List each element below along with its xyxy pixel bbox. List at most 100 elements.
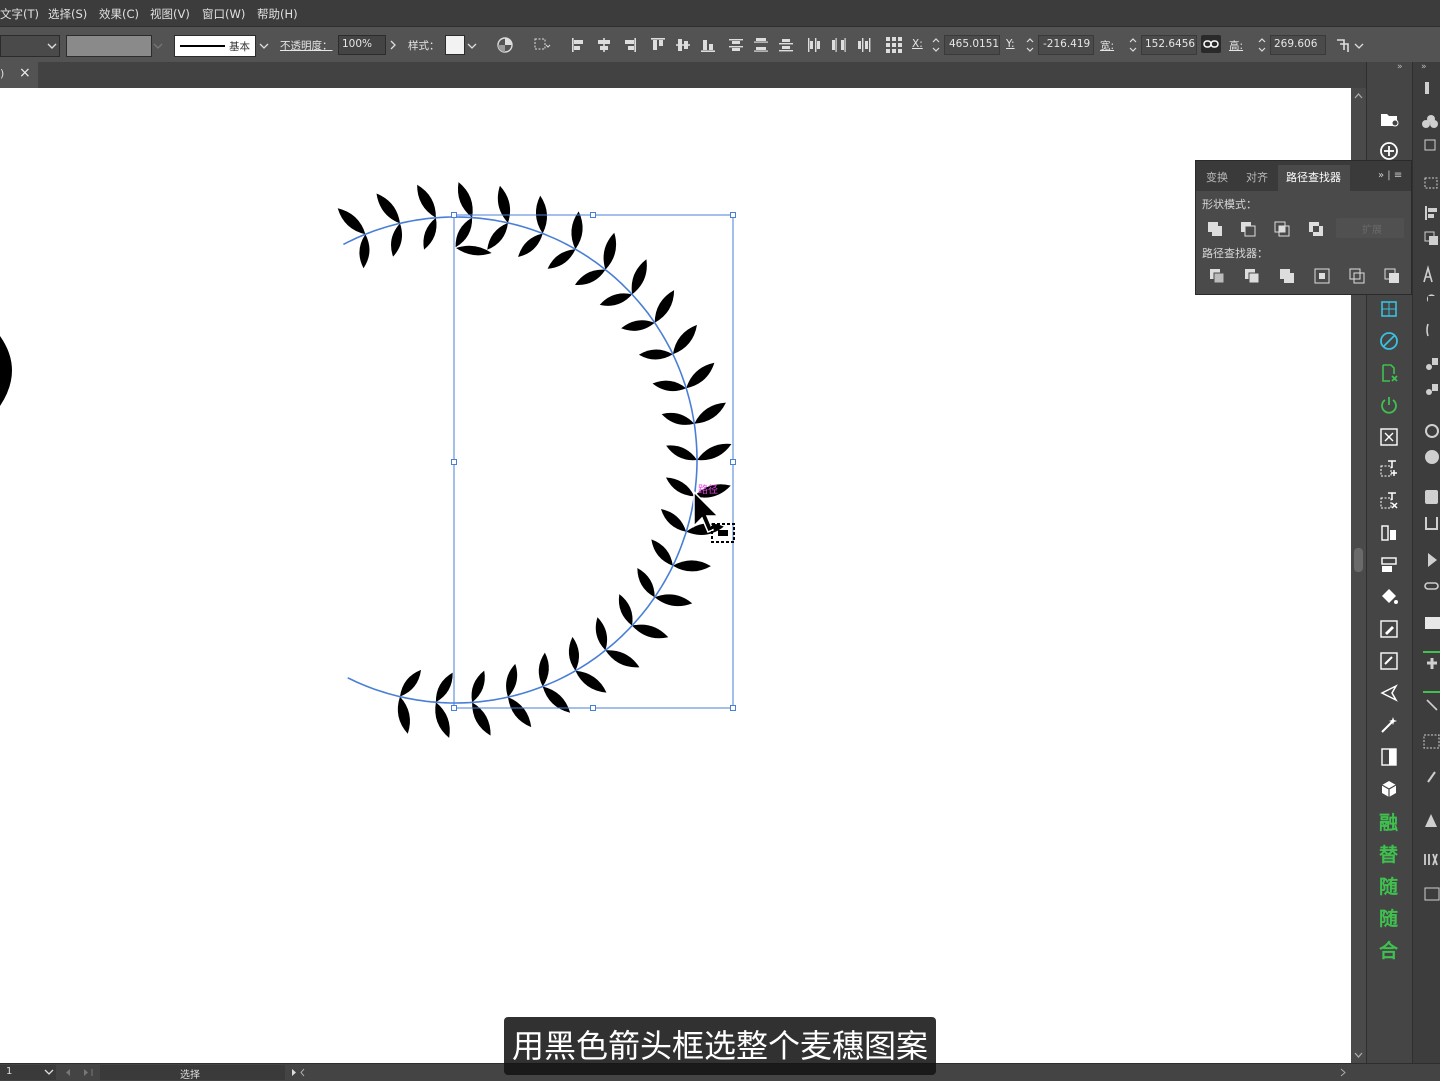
stroke-weight-field[interactable] [66,35,152,57]
menu-select[interactable]: 选择(S) [48,6,87,22]
remove-text-frame-icon[interactable] [1378,490,1400,512]
align-top-icon[interactable] [649,36,667,54]
minus-back-icon[interactable] [1383,267,1401,285]
outline-icon[interactable] [1348,267,1366,285]
stepper-icon[interactable] [931,36,941,57]
tab-align[interactable]: 对齐 [1246,169,1268,185]
width-field[interactable]: 152.6456 [1141,35,1197,55]
plugin-he[interactable]: 合 [1379,936,1398,963]
stroke-profile-dropdown[interactable]: 基本 [174,35,256,57]
minus-front-icon[interactable] [1239,220,1257,238]
height-field[interactable]: 269.606 [1270,35,1326,55]
panel-tabs: 变换 对齐 路径查找器 » | ≡ [1196,161,1411,191]
opacity-label[interactable]: 不透明度： [280,38,333,53]
page-nav-icon[interactable] [62,1065,102,1080]
page-field[interactable]: 1 [0,1065,56,1080]
add-text-frame-icon[interactable] [1378,458,1400,480]
scroll-right-icon[interactable] [1338,1065,1350,1080]
align-bottom-icon[interactable] [699,36,717,54]
align-left-icon[interactable] [570,36,588,54]
divide-icon[interactable] [1208,267,1226,285]
leaf-tip [456,245,492,256]
unite-icon[interactable] [1206,220,1224,238]
tab-transform[interactable]: 变换 [1206,169,1228,185]
distribute-right-icon[interactable] [855,36,873,54]
plugin-sui-2[interactable]: 随 [1379,904,1398,931]
leaf-inner-6 [547,249,576,269]
file-delete-icon[interactable] [1378,362,1400,384]
page-value: 1 [6,1066,13,1077]
stepper-icon[interactable] [1128,36,1138,57]
fit-frame-icon[interactable] [1378,426,1400,448]
chevron-down-icon[interactable] [467,41,477,54]
menu-help[interactable]: 帮助(H) [257,6,298,22]
new-folder-icon[interactable] [1378,108,1400,130]
stepper-icon[interactable] [1257,36,1267,57]
status-menu-icon[interactable] [288,1065,308,1080]
panel-menu-icon[interactable]: » | ≡ [1378,170,1402,181]
distribute-left-icon[interactable] [805,36,823,54]
reference-point-icon[interactable] [885,36,903,54]
magic-wand-icon[interactable] [1378,714,1400,736]
menu-type[interactable]: 文字(T) [0,6,39,22]
artboard-grid-icon[interactable] [1378,298,1400,320]
align-right-icon[interactable] [620,36,638,54]
paint-bucket-icon[interactable] [1378,586,1400,608]
distribute-vcenter-icon[interactable] [752,36,770,54]
chevron-down-icon[interactable] [259,41,269,54]
opacity-field[interactable]: 100% [338,35,386,55]
edit-frame-icon[interactable] [1378,618,1400,640]
trim-icon[interactable] [1243,267,1261,285]
distribute-bottom-icon[interactable] [777,36,795,54]
dock-collapse-icon[interactable]: » [1397,62,1403,72]
merge-icon[interactable] [1278,267,1296,285]
align-hcenter-icon[interactable] [595,36,613,54]
plugin-ti[interactable]: 替 [1379,840,1398,867]
fill-swatch-dropdown[interactable] [0,35,60,57]
y-field[interactable]: -216.419 [1038,35,1094,55]
x-field[interactable]: 465.0151 [944,35,1000,55]
tool-status[interactable]: 选择 [100,1065,285,1081]
tab-pathfinder[interactable]: 路径查找器 [1286,169,1341,185]
chevron-down-icon[interactable] [1354,41,1364,54]
leaf-inner-8 [599,293,633,306]
leaf-inner-22 [506,663,518,698]
graphic-style-swatch[interactable] [445,35,465,55]
crop-icon[interactable] [1313,267,1331,285]
constrain-proportions-icon[interactable] [1201,35,1221,53]
align-to-selection-icon[interactable] [533,36,551,54]
height-label: 高: [1229,40,1244,52]
menu-view[interactable]: 视图(V) [150,6,190,22]
document-tab[interactable]: ) × [0,62,38,88]
power-icon[interactable] [1378,394,1400,416]
leaf-outer-21 [542,686,571,713]
secondary-dock-icons [1422,82,1440,901]
close-icon[interactable]: × [19,65,31,81]
intersect-icon[interactable] [1273,220,1291,238]
menu-window[interactable]: 窗口(W) [202,6,245,22]
leaf-inner-11 [652,380,687,392]
artboard-canvas[interactable]: 路径 [0,88,1351,1063]
menu-effect[interactable]: 效果(C) [99,6,139,22]
transform-icon[interactable] [1334,36,1352,54]
stroke-style-label: 基本 [229,41,250,53]
leaf-inner-20 [568,636,579,671]
chevron-right-icon[interactable] [389,40,397,53]
stepper-icon[interactable] [1025,36,1035,57]
send-icon[interactable] [1378,682,1400,704]
plugin-rong[interactable]: 融 [1379,808,1398,835]
cube-icon[interactable] [1378,778,1400,800]
add-circle-icon[interactable] [1378,140,1400,162]
columns-icon[interactable] [1378,522,1400,544]
link-frame-icon[interactable] [1378,650,1400,672]
distribute-hcenter-icon[interactable] [830,36,848,54]
plugin-sui-1[interactable]: 随 [1379,872,1398,899]
recolor-artwork-icon[interactable] [496,36,514,54]
exclude-icon[interactable] [1307,220,1325,238]
align-vcenter-icon[interactable] [674,36,692,54]
expand-button: 扩展 [1336,218,1404,238]
distribute-top-icon[interactable] [727,36,745,54]
no-entry-icon[interactable] [1378,330,1400,352]
rows-icon[interactable] [1378,554,1400,576]
swap-panel-icon[interactable] [1378,746,1400,768]
